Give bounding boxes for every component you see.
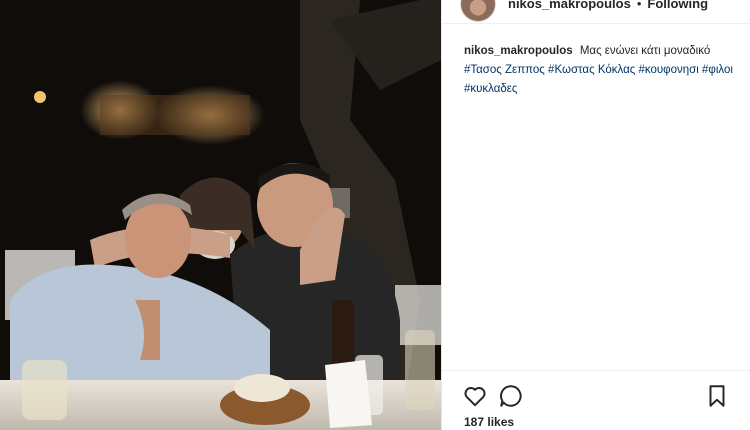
hashtag-link[interactable]: #Τασος Ζεππος [464, 64, 545, 76]
header-username[interactable]: nikos_makropoulos [508, 0, 631, 11]
hashtag-link[interactable]: #Κωστας Κόκλας [548, 64, 635, 76]
avatar[interactable] [460, 0, 496, 22]
post-header: nikos_makropoulos • Following [442, 0, 750, 24]
hashtag-link[interactable]: #κουφονησι [638, 64, 698, 76]
instagram-post: nikos_makropoulos • Following nikos_makr… [0, 0, 750, 430]
post-side-panel: nikos_makropoulos • Following nikos_makr… [441, 0, 750, 430]
comment-icon[interactable] [498, 383, 524, 409]
caption-username[interactable]: nikos_makropoulos [464, 45, 573, 57]
header-separator: • [636, 0, 642, 11]
likes-count[interactable]: 187 likes [464, 415, 514, 429]
hashtag-link[interactable]: #κυκλαδες [464, 83, 517, 95]
heart-icon[interactable] [462, 383, 488, 409]
restaurant-night-photo [0, 0, 441, 430]
bookmark-icon[interactable] [704, 383, 730, 409]
post-caption: nikos_makropoulos Μας ενώνει κάτι μοναδι… [464, 42, 734, 99]
following-button[interactable]: Following [647, 0, 708, 11]
post-photo[interactable] [0, 0, 441, 430]
hashtag-link[interactable]: #φιλοι [702, 64, 733, 76]
caption-text: Μας ενώνει κάτι μοναδικό [579, 45, 711, 57]
